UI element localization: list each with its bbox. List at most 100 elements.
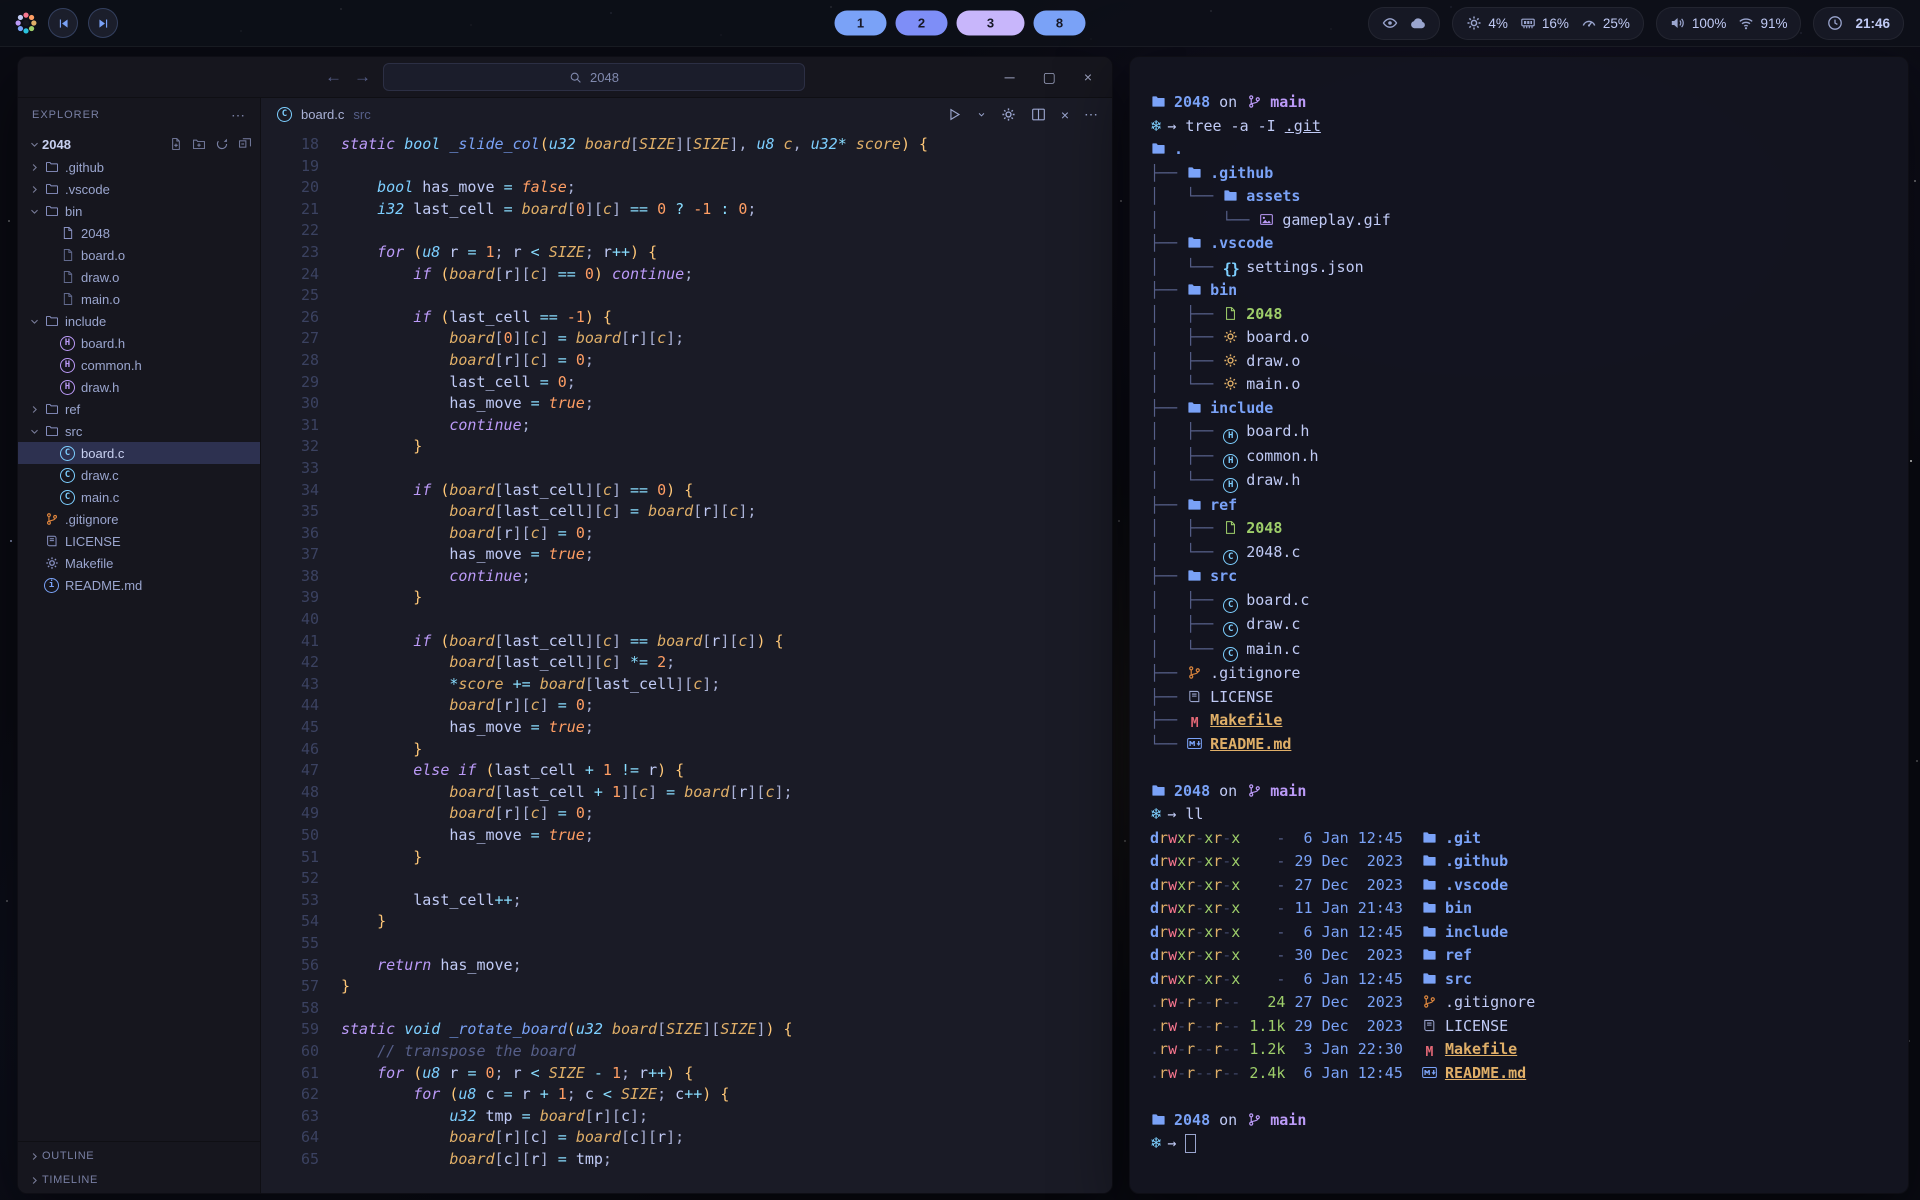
explorer-item-draw.c[interactable]: Cdraw.c	[18, 464, 260, 486]
code-line[interactable]: 35 board[last_cell][c] = board[r][c];	[269, 501, 1112, 523]
code-line[interactable]: 27 board[0][c] = board[r][c];	[269, 328, 1112, 350]
explorer-item-ref[interactable]: ref	[18, 398, 260, 420]
minimize-button[interactable]: ─	[1005, 69, 1015, 86]
code-line[interactable]: 61 for (u8 r = 0; r < SIZE - 1; r++) {	[269, 1063, 1112, 1085]
code-line[interactable]: 20 bool has_move = false;	[269, 177, 1112, 199]
code-line[interactable]: 44 board[r][c] = 0;	[269, 695, 1112, 717]
code-line[interactable]: 32 }	[269, 436, 1112, 458]
explorer-item-Makefile[interactable]: Makefile	[18, 552, 260, 574]
explorer-item-2048[interactable]: 2048	[18, 222, 260, 244]
close-button[interactable]: ×	[1084, 69, 1092, 86]
vscode-titlebar[interactable]: ← → 2048 ─ ▢ ×	[18, 57, 1112, 98]
code-line[interactable]: 53 last_cell++;	[269, 890, 1112, 912]
code-line[interactable]: 63 u32 tmp = board[r][c];	[269, 1106, 1112, 1128]
clock-widget[interactable]: 21:46	[1813, 7, 1904, 40]
new-folder-icon[interactable]	[192, 137, 206, 151]
command-center-search[interactable]: 2048	[383, 63, 805, 91]
code-line[interactable]: 65 board[c][r] = tmp;	[269, 1149, 1112, 1171]
explorer-item-draw.o[interactable]: draw.o	[18, 266, 260, 288]
code-line[interactable]: 40	[269, 609, 1112, 631]
explorer-item-include[interactable]: include	[18, 310, 260, 332]
code-line[interactable]: 47 else if (last_cell + 1 != r) {	[269, 760, 1112, 782]
explorer-item-LICENSE[interactable]: LICENSE	[18, 530, 260, 552]
code-line[interactable]: 51 }	[269, 847, 1112, 869]
split-editor-icon[interactable]	[1031, 107, 1046, 122]
timeline-section[interactable]: TIMELINE	[18, 1168, 260, 1192]
explorer-item-.gitignore[interactable]: .gitignore	[18, 508, 260, 530]
code-line[interactable]: 42 board[last_cell][c] *= 2;	[269, 652, 1112, 674]
terminal-window[interactable]: 2048 on main❄ → tree -a -I .git.├── .git…	[1129, 56, 1909, 1194]
code-area[interactable]: 18static bool _slide_col(u32 board[SIZE]…	[261, 130, 1112, 1194]
code-line[interactable]: 31 continue;	[269, 415, 1112, 437]
weather-widget[interactable]	[1368, 7, 1440, 40]
collapse-all-icon[interactable]	[238, 137, 252, 151]
explorer-item-.vscode[interactable]: .vscode	[18, 178, 260, 200]
back-button[interactable]: ←	[325, 67, 342, 87]
code-line[interactable]: 36 board[r][c] = 0;	[269, 523, 1112, 545]
forward-button[interactable]: →	[354, 67, 371, 87]
refresh-icon[interactable]	[215, 137, 229, 151]
explorer-item-.github[interactable]: .github	[18, 156, 260, 178]
code-line[interactable]: 30 has_move = true;	[269, 393, 1112, 415]
code-line[interactable]: 39 }	[269, 587, 1112, 609]
explorer-item-bin[interactable]: bin	[18, 200, 260, 222]
code-line[interactable]: 55	[269, 933, 1112, 955]
code-line[interactable]: 24 if (board[r][c] == 0) continue;	[269, 264, 1112, 286]
code-line[interactable]: 62 for (u8 c = r + 1; c < SIZE; c++) {	[269, 1084, 1112, 1106]
run-dropdown-chevron-icon[interactable]	[977, 110, 986, 119]
code-line[interactable]: 64 board[r][c] = board[c][r];	[269, 1127, 1112, 1149]
code-line[interactable]: 34 if (board[last_cell][c] == 0) {	[269, 480, 1112, 502]
editor-more-actions-icon[interactable]: ⋯	[1084, 106, 1098, 123]
workspace-pill-3[interactable]: 3	[957, 11, 1025, 36]
code-line[interactable]: 45 has_move = true;	[269, 717, 1112, 739]
explorer-item-common.h[interactable]: Hcommon.h	[18, 354, 260, 376]
code-line[interactable]: 29 last_cell = 0;	[269, 372, 1112, 394]
code-line[interactable]: 56 return has_move;	[269, 955, 1112, 977]
workspace-pill-2[interactable]: 2	[896, 11, 948, 36]
code-line[interactable]: 28 board[r][c] = 0;	[269, 350, 1112, 372]
code-line[interactable]: 19	[269, 156, 1112, 178]
new-file-icon[interactable]	[169, 137, 183, 151]
code-line[interactable]: 41 if (board[last_cell][c] == board[r][c…	[269, 631, 1112, 653]
code-line[interactable]: 54 }	[269, 911, 1112, 933]
run-file-button[interactable]	[947, 107, 962, 122]
explorer-item-draw.h[interactable]: Hdraw.h	[18, 376, 260, 398]
code-line[interactable]: 52	[269, 868, 1112, 890]
launcher-logo-icon[interactable]	[14, 11, 38, 35]
code-line[interactable]: 46 }	[269, 739, 1112, 761]
editor-settings-icon[interactable]	[1001, 107, 1016, 122]
code-line[interactable]: 59static void _rotate_board(u32 board[SI…	[269, 1019, 1112, 1041]
explorer-item-main.o[interactable]: main.o	[18, 288, 260, 310]
code-line[interactable]: 48 board[last_cell + 1][c] = board[r][c]…	[269, 782, 1112, 804]
outline-section[interactable]: OUTLINE	[18, 1144, 260, 1168]
explorer-item-main.c[interactable]: Cmain.c	[18, 486, 260, 508]
code-line[interactable]: 22	[269, 220, 1112, 242]
code-line[interactable]: 23 for (u8 r = 1; r < SIZE; r++) {	[269, 242, 1112, 264]
code-line[interactable]: 33	[269, 458, 1112, 480]
explorer-item-board.c[interactable]: Cboard.c	[18, 442, 260, 464]
code-line[interactable]: 18static bool _slide_col(u32 board[SIZE]…	[269, 134, 1112, 156]
code-line[interactable]: 38 continue;	[269, 566, 1112, 588]
code-line[interactable]: 25	[269, 285, 1112, 307]
code-line[interactable]: 60 // transpose the board	[269, 1041, 1112, 1063]
code-line[interactable]: 49 board[r][c] = 0;	[269, 803, 1112, 825]
maximize-button[interactable]: ▢	[1043, 69, 1056, 86]
code-line[interactable]: 50 has_move = true;	[269, 825, 1112, 847]
code-line[interactable]: 21 i32 last_cell = board[0][c] == 0 ? -1…	[269, 199, 1112, 221]
explorer-more-icon[interactable]: ⋯	[231, 107, 246, 124]
explorer-item-src[interactable]: src	[18, 420, 260, 442]
code-line[interactable]: 43 *score += board[last_cell][c];	[269, 674, 1112, 696]
workspace-pill-8[interactable]: 8	[1034, 11, 1086, 36]
explorer-item-board.h[interactable]: Hboard.h	[18, 332, 260, 354]
audio-network[interactable]: 100% 91%	[1656, 7, 1802, 40]
explorer-root-folder[interactable]: 2048	[18, 132, 260, 156]
workspace-pill-1[interactable]: 1	[835, 11, 887, 36]
code-line[interactable]: 26 if (last_cell == -1) {	[269, 307, 1112, 329]
media-next-button[interactable]	[88, 8, 118, 38]
explorer-item-README.md[interactable]: iREADME.md	[18, 574, 260, 596]
code-line[interactable]: 58	[269, 998, 1112, 1020]
code-line[interactable]: 57}	[269, 976, 1112, 998]
close-editor-button[interactable]: ×	[1061, 107, 1069, 123]
code-line[interactable]: 37 has_move = true;	[269, 544, 1112, 566]
explorer-item-board.o[interactable]: board.o	[18, 244, 260, 266]
